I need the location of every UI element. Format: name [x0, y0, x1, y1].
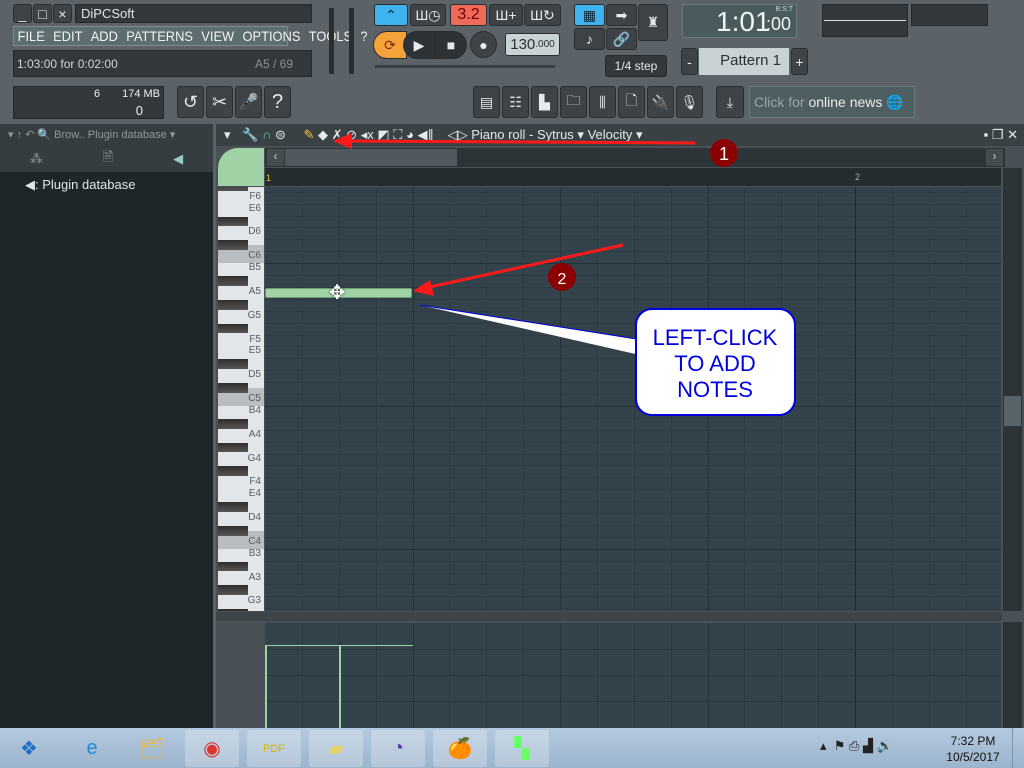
- marker-1-label: 1: [719, 144, 729, 164]
- key-label: F6: [249, 190, 261, 202]
- key-label: D4: [248, 512, 261, 523]
- black-key[interactable]: [218, 299, 248, 310]
- annotation-layer: 1 2 LEFT-CLICK TO ADD NOTES: [333, 133, 796, 416]
- key-label: G4: [247, 452, 261, 464]
- key-label: D6: [248, 226, 261, 238]
- arrow-1-head: [333, 133, 352, 149]
- black-key[interactable]: [218, 561, 248, 572]
- system-tray: ▴ ⚑ ⎙ ▟ 🔊: [820, 738, 893, 753]
- key-label: B4: [248, 404, 261, 416]
- callout-line-2: TO ADD: [674, 351, 756, 376]
- arrow-2-line: [424, 243, 624, 290]
- black-key[interactable]: [218, 502, 248, 512]
- black-key[interactable]: [218, 240, 248, 251]
- black-key[interactable]: [218, 359, 248, 370]
- key-label: G3: [247, 595, 261, 607]
- fl-studio-icon[interactable]: 🍊: [433, 730, 487, 767]
- black-key[interactable]: [218, 609, 248, 611]
- file-explorer-icon[interactable]: 🗂: [125, 730, 179, 767]
- key-label: F4: [249, 476, 261, 488]
- chrome-icon[interactable]: ◉: [185, 730, 239, 767]
- key-label: C6: [248, 250, 261, 262]
- black-key[interactable]: [218, 585, 248, 596]
- arrow-2-head: [413, 280, 434, 296]
- clock-time: 7:32 PM: [950, 734, 996, 748]
- key-label: B3: [248, 547, 261, 559]
- key-label: C4: [248, 535, 261, 547]
- pdf-reader-icon[interactable]: PDF: [247, 730, 301, 767]
- marker-2-label: 2: [558, 271, 567, 288]
- black-key[interactable]: [218, 216, 248, 227]
- black-key[interactable]: [218, 466, 248, 477]
- arrow-1-line: [344, 139, 696, 145]
- clock-date: 10/5/2017: [946, 750, 1000, 764]
- key-label: F5: [249, 333, 261, 345]
- black-key[interactable]: [218, 383, 248, 393]
- black-key[interactable]: [218, 442, 248, 453]
- callout-tail: [420, 305, 640, 355]
- windows-start-icon[interactable]: ❖: [2, 730, 56, 767]
- black-key[interactable]: [218, 187, 248, 191]
- key-label: A4: [248, 428, 261, 440]
- key-label: A5: [248, 285, 261, 297]
- black-key[interactable]: [218, 418, 248, 429]
- bittorrent-icon[interactable]: ◔: [371, 730, 425, 767]
- key-label: C5: [248, 393, 261, 404]
- green-app-icon[interactable]: ▚: [495, 730, 549, 767]
- clock[interactable]: 7:32 PM 10/5/2017: [938, 733, 1008, 765]
- key-label: G5: [247, 309, 261, 321]
- sticky-notes-icon[interactable]: ▰: [309, 730, 363, 767]
- show-desktop-button[interactable]: [1012, 728, 1024, 768]
- key-label: E5: [248, 345, 261, 357]
- callout-line-3: NOTES: [677, 377, 753, 402]
- black-key[interactable]: [218, 323, 248, 334]
- key-label: E6: [248, 202, 261, 214]
- key-label: D5: [248, 369, 261, 381]
- black-key[interactable]: [218, 276, 248, 286]
- callout-line-1: LEFT-CLICK: [653, 325, 778, 350]
- internet-explorer-icon[interactable]: e: [65, 730, 119, 767]
- key-label: E4: [248, 488, 261, 500]
- key-label: A3: [248, 571, 261, 583]
- black-key[interactable]: [218, 525, 248, 536]
- key-label: B5: [248, 262, 261, 274]
